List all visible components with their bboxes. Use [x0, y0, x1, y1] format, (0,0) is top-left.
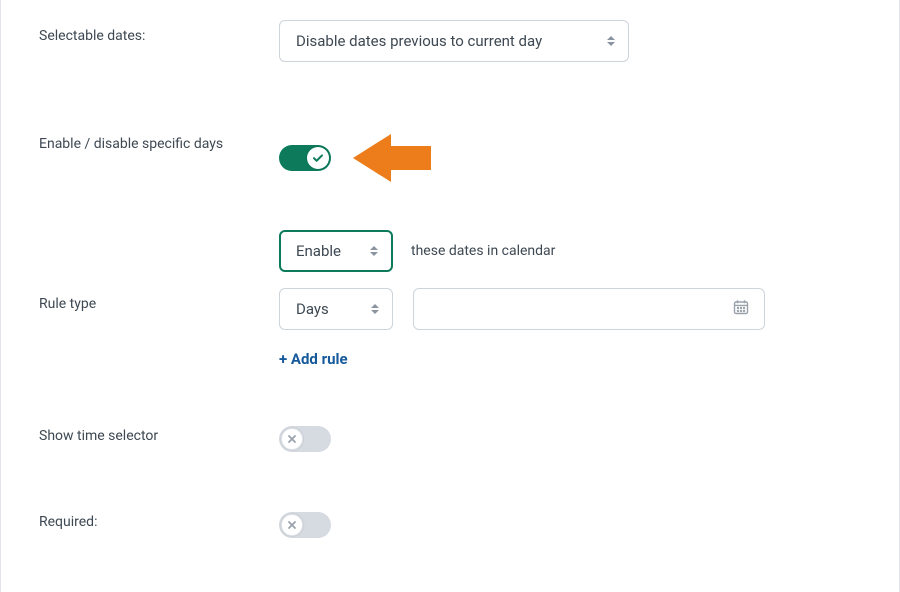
enable-specific-days-label: Enable / disable specific days — [39, 136, 223, 152]
selectable-dates-value: Disable dates previous to current day — [296, 32, 542, 50]
enable-specific-days-toggle[interactable] — [279, 145, 331, 171]
close-icon — [281, 428, 303, 450]
rule-helper-text: these dates in calendar — [411, 243, 555, 259]
selectable-dates-label: Selectable dates: — [39, 28, 145, 44]
show-time-selector-label: Show time selector — [39, 428, 158, 444]
pointer-arrow-icon — [353, 134, 431, 182]
rule-type-value: Days — [296, 300, 329, 318]
chevron-updown-icon — [368, 300, 382, 318]
rule-action-value: Enable — [296, 242, 341, 260]
chevron-updown-icon — [604, 32, 618, 50]
add-rule-button[interactable]: + Add rule — [279, 350, 869, 368]
required-label: Required: — [39, 514, 97, 530]
rule-type-select[interactable]: Days — [279, 288, 393, 330]
rule-action-select[interactable]: Enable — [279, 230, 393, 272]
chevron-updown-icon — [367, 242, 381, 260]
selectable-dates-select[interactable]: Disable dates previous to current day — [279, 20, 629, 62]
check-icon — [307, 147, 329, 169]
close-icon — [281, 514, 303, 536]
show-time-selector-toggle[interactable] — [279, 426, 331, 452]
rule-type-label: Rule type — [39, 296, 96, 312]
rule-date-input[interactable] — [413, 288, 765, 330]
calendar-icon — [732, 298, 750, 320]
required-toggle[interactable] — [279, 512, 331, 538]
